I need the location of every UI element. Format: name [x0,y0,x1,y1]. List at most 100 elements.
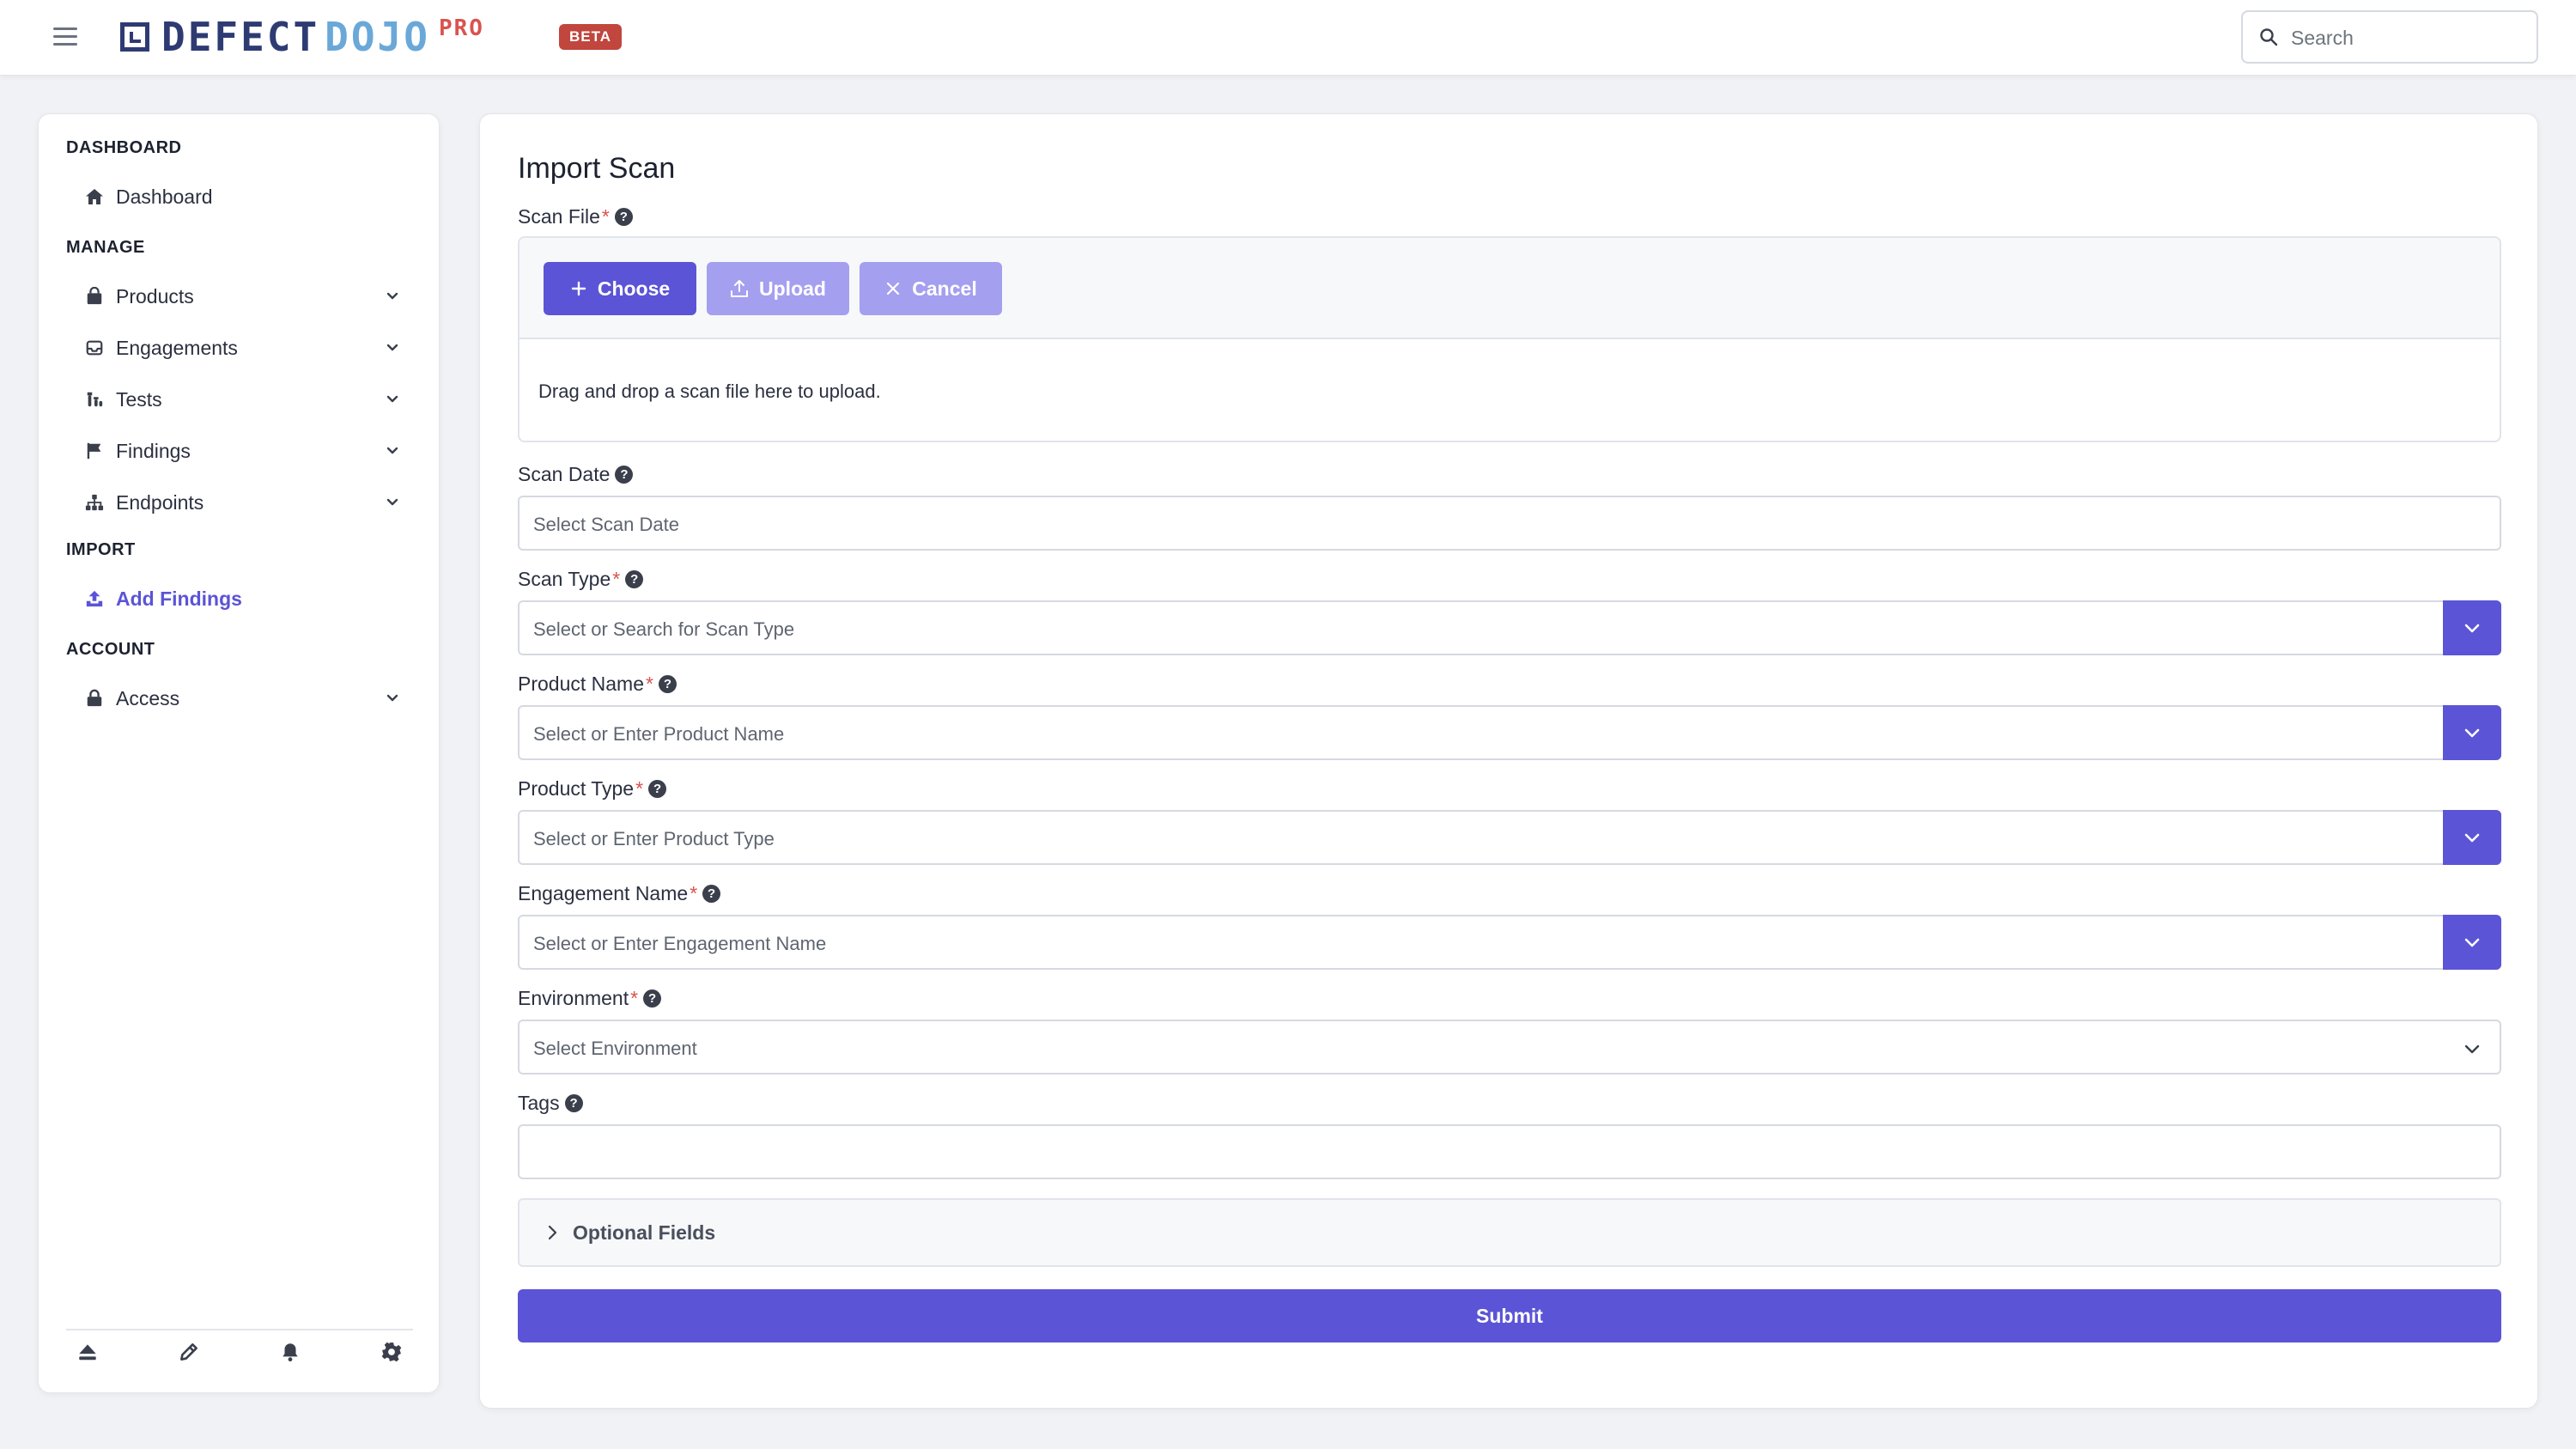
sidebar-item-engagements[interactable]: Engagements [83,329,410,367]
help-icon[interactable]: ? [702,885,721,903]
chevron-down-icon [2464,833,2480,843]
scan-date-placeholder: Select Scan Date [533,514,679,535]
scan-date-label: Scan Date? [518,463,634,486]
top-bar: DEFECT DOJO PRO BETA [0,0,2576,76]
menu-toggle-icon[interactable] [53,27,77,48]
help-icon[interactable]: ? [643,989,662,1008]
sidebar-item-endpoints[interactable]: Endpoints [83,484,410,521]
optional-fields-label: Optional Fields [573,1221,716,1244]
product-name-placeholder: Select or Enter Product Name [533,723,785,745]
chevron-down-icon[interactable] [384,288,401,305]
flask-icon [83,388,106,411]
sidebar-item-access[interactable]: Access [83,679,410,717]
upload-icon [83,588,106,610]
chevron-down-icon [2464,728,2480,738]
chevron-down-icon[interactable] [384,442,401,460]
logo-mark-icon [120,22,149,52]
help-icon[interactable]: ? [658,675,677,693]
product-type-combobox[interactable]: Select or Enter Product Type [518,810,2501,865]
required-marker: * [635,777,644,800]
sidebar-item-label: Access [116,686,180,709]
sidebar: DASHBOARD Dashboard MANAGE Products Enga… [38,113,440,1393]
chevron-down-icon [2464,1044,2480,1054]
help-icon[interactable]: ? [615,466,634,484]
sidebar-item-label: Endpoints [116,490,204,514]
scan-type-label: Scan Type *? [518,568,644,591]
required-marker: * [601,205,610,228]
sidebar-item-findings[interactable]: Findings [83,432,410,470]
required-marker: * [612,568,621,590]
tags-input[interactable] [518,1124,2501,1179]
sidebar-item-products[interactable]: Products [83,277,410,315]
gear-icon[interactable] [380,1341,403,1363]
chevron-down-icon [2464,938,2480,947]
search-icon [2260,28,2278,46]
scan-type-combobox[interactable]: Select or Search for Scan Type [518,600,2501,655]
search-input[interactable] [2291,19,2523,57]
sidebar-section-dashboard: DASHBOARD [66,138,182,157]
tags-label: Tags? [518,1092,583,1115]
chevron-down-icon [2464,624,2480,633]
sidebar-item-dashboard[interactable]: Dashboard [83,178,410,216]
pencil-icon[interactable] [178,1341,200,1363]
optional-fields-toggle[interactable]: Optional Fields [518,1198,2501,1267]
product-name-combobox[interactable]: Select or Enter Product Name [518,705,2501,760]
product-type-label: Product Type *? [518,777,667,801]
sidebar-item-tests[interactable]: Tests [83,381,410,418]
search-box[interactable] [2241,10,2538,64]
scan-type-label-text: Scan Type [518,568,611,590]
sidebar-footer-divider [66,1329,413,1330]
engagement-name-label: Engagement Name *? [518,882,721,905]
required-marker: * [690,882,698,904]
engagement-name-dropdown-button[interactable] [2443,915,2501,970]
sidebar-item-label: Tests [116,387,162,411]
product-name-label: Product Name *? [518,673,677,696]
logo-text-dojo: DOJO [325,14,430,60]
page-title: Import Scan [518,152,676,185]
sidebar-item-add-findings[interactable]: Add Findings [83,580,410,618]
eject-icon[interactable] [76,1341,99,1363]
cancel-button-label: Cancel [912,277,977,300]
lock-icon [83,687,106,709]
close-icon [887,282,900,295]
product-type-placeholder: Select or Enter Product Type [533,828,775,849]
scan-date-input[interactable]: Select Scan Date [518,496,2501,551]
logo[interactable]: DEFECT DOJO PRO [120,17,484,57]
scan-type-dropdown-button[interactable] [2443,600,2501,655]
help-icon[interactable]: ? [564,1094,583,1112]
engagement-name-combobox[interactable]: Select or Enter Engagement Name [518,915,2501,970]
engagement-name-label-text: Engagement Name [518,882,689,904]
help-icon[interactable]: ? [625,570,644,588]
beta-badge: BETA [559,24,623,50]
sidebar-section-manage: MANAGE [66,238,145,257]
product-name-dropdown-button[interactable] [2443,705,2501,760]
environment-label-text: Environment [518,987,629,1009]
scan-file-label-text: Scan File [518,205,600,228]
sidebar-item-label: Products [116,284,194,307]
sidebar-section-account: ACCOUNT [66,640,155,659]
bell-icon[interactable] [279,1341,301,1363]
sitemap-icon [83,491,106,514]
help-icon[interactable]: ? [648,780,667,798]
chevron-down-icon[interactable] [384,339,401,356]
choose-button[interactable]: Choose [544,262,696,315]
product-type-dropdown-button[interactable] [2443,810,2501,865]
chevron-down-icon[interactable] [384,391,401,408]
engagement-name-placeholder: Select or Enter Engagement Name [533,933,827,954]
environment-select[interactable]: Select Environment [518,1020,2501,1075]
upload-button[interactable]: Upload [707,262,849,315]
logo-text-defect: DEFECT [161,14,320,60]
chevron-down-icon[interactable] [384,690,401,707]
chevron-down-icon[interactable] [384,494,401,511]
help-icon[interactable]: ? [614,208,633,226]
submit-button[interactable]: Submit [518,1289,2501,1342]
scan-file-uploader[interactable]: Choose Upload Cancel Drag and drop a sca… [518,236,2501,442]
cancel-button[interactable]: Cancel [860,262,1002,315]
home-icon [83,186,106,208]
product-type-label-text: Product Type [518,777,635,800]
sidebar-item-label: Add Findings [116,587,242,610]
scan-file-label: Scan File *? [518,205,633,228]
chevron-right-icon [548,1225,557,1240]
inbox-icon [83,337,106,359]
tags-label-text: Tags [518,1092,560,1114]
